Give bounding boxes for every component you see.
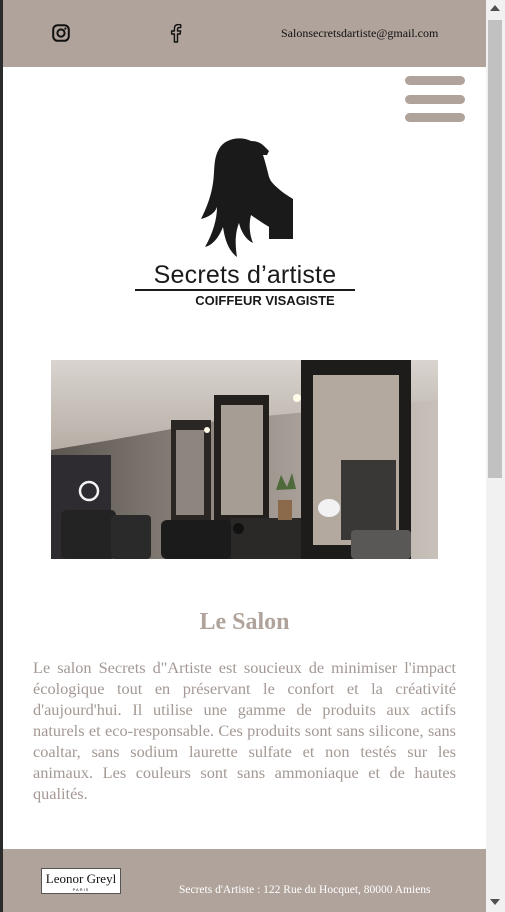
logo-divider — [135, 289, 355, 291]
brand-name: Leonor Greyl — [45, 871, 117, 886]
logo-title: Secrets d’artiste — [153, 261, 337, 289]
scroll-up-arrow-icon[interactable] — [490, 5, 500, 11]
leonor-greyl-logo[interactable]: Leonor Greyl PARIS — [41, 868, 121, 894]
section-title: Le Salon — [199, 609, 290, 635]
footer: Leonor Greyl PARIS Secrets d'Artiste : 1… — [3, 849, 486, 912]
instagram-icon[interactable] — [52, 24, 70, 42]
scrollbar-thumb[interactable] — [488, 20, 502, 478]
woman-silhouette-logo-icon — [201, 138, 293, 257]
top-bar: Salonsecretsdartiste@gmail.com — [3, 0, 486, 67]
hamburger-bar — [405, 76, 465, 85]
section-description: Le salon Secrets d"Artiste est soucieux … — [33, 658, 456, 803]
salon-interior-photo — [51, 360, 438, 559]
scroll-down-arrow-icon[interactable] — [490, 899, 500, 905]
hamburger-bar — [405, 113, 465, 122]
carousel-indicator-dot[interactable] — [233, 523, 244, 534]
vertical-scrollbar[interactable] — [486, 0, 505, 912]
brand-subtitle: PARIS — [72, 887, 90, 892]
hamburger-menu-button[interactable] — [405, 76, 467, 124]
email-link[interactable]: Salonsecretsdartiste@gmail.com — [281, 26, 438, 41]
hamburger-bar — [405, 95, 465, 104]
logo-subtitle: COIFFEUR VISAGISTE — [195, 293, 335, 308]
salon-address: Secrets d'Artiste : 122 Rue du Hocquet, … — [179, 884, 431, 896]
facebook-icon[interactable] — [168, 23, 182, 43]
salon-logo[interactable]: Secrets d’artiste COIFFEUR VISAGISTE — [133, 135, 357, 313]
page: Salonsecretsdartiste@gmail.com Secrets d… — [3, 0, 486, 912]
